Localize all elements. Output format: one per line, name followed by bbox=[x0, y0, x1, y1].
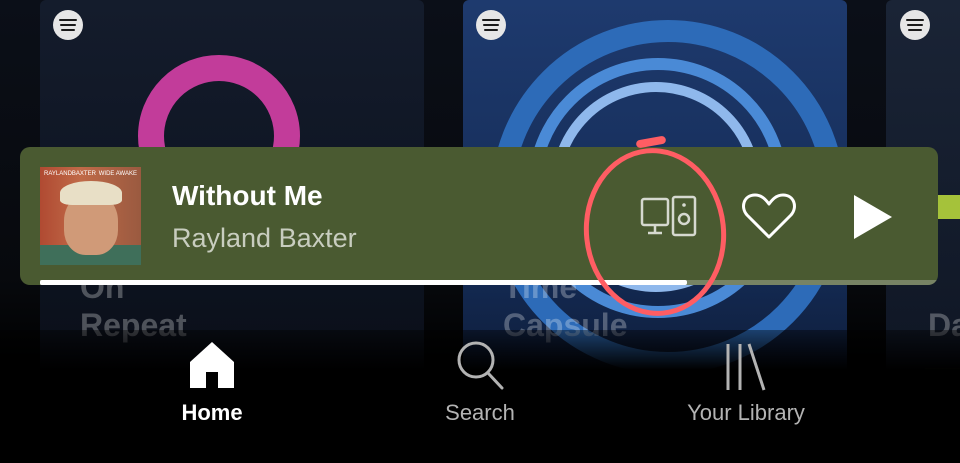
nav-item-home[interactable]: Home bbox=[102, 330, 322, 440]
nav-item-search[interactable]: Search bbox=[370, 330, 590, 440]
cover-caption-left: RAYLANDBAXTER bbox=[44, 171, 96, 177]
spotify-logo-icon bbox=[900, 10, 930, 40]
nav-label-search: Search bbox=[445, 400, 515, 425]
card-accent bbox=[938, 195, 960, 219]
home-icon bbox=[184, 338, 240, 394]
nav-label-home: Home bbox=[181, 400, 243, 425]
search-icon bbox=[452, 338, 508, 394]
play-icon[interactable] bbox=[848, 193, 896, 241]
track-artist[interactable]: Rayland Baxter bbox=[172, 223, 357, 254]
cover-caption-right: WIDE AWAKE bbox=[98, 171, 137, 177]
library-icon bbox=[718, 338, 774, 394]
bottom-navigation: Home Search Your Library bbox=[0, 330, 960, 463]
now-playing-bar[interactable]: RAYLANDBAXTER WIDE AWAKE Without Me Rayl… bbox=[20, 147, 938, 285]
nav-item-library[interactable]: Your Library bbox=[636, 330, 856, 440]
progress-fill bbox=[40, 280, 687, 285]
spotify-logo-icon bbox=[476, 10, 506, 40]
spotify-logo-icon bbox=[53, 10, 83, 40]
album-cover[interactable]: RAYLANDBAXTER WIDE AWAKE bbox=[40, 167, 141, 265]
track-title[interactable]: Without Me bbox=[172, 180, 323, 212]
heart-icon[interactable] bbox=[740, 191, 798, 241]
nav-label-library: Your Library bbox=[687, 400, 805, 425]
progress-bar[interactable] bbox=[40, 280, 938, 285]
